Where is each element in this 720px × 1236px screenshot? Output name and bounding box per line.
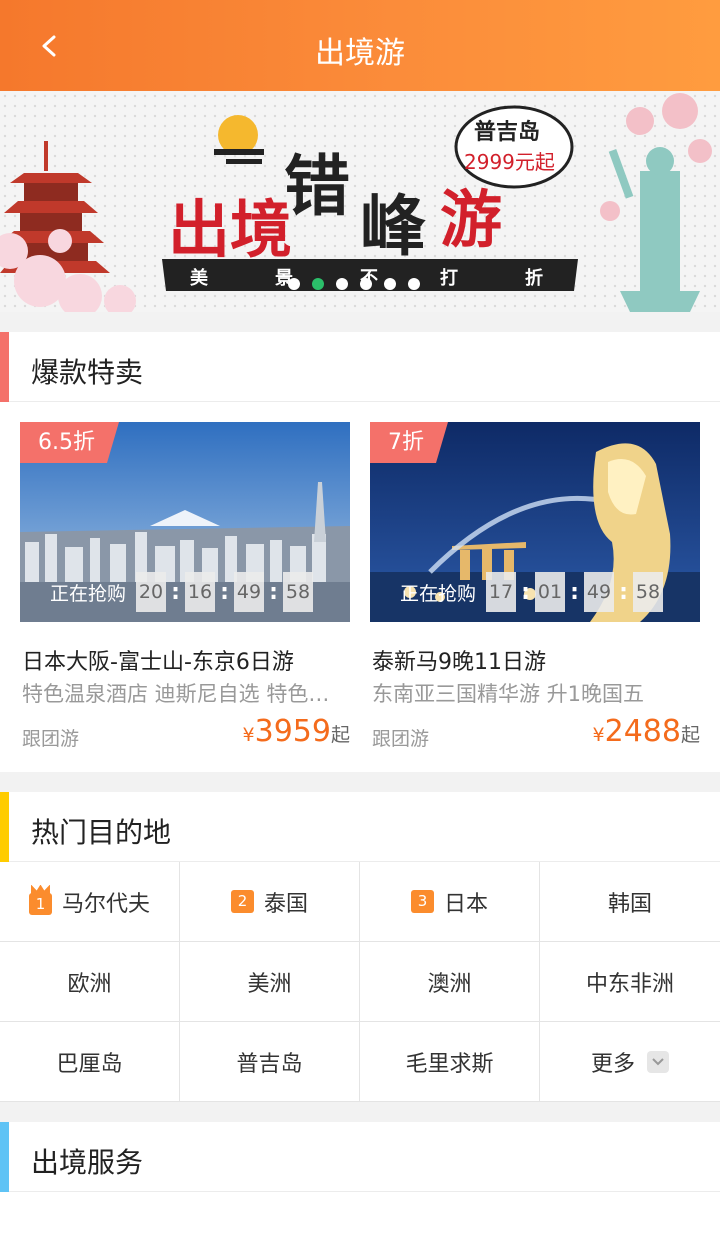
destination-label: 中东非洲 [585, 971, 674, 997]
price-suffix: 起 [330, 724, 350, 746]
destination-label: 泰国 [263, 891, 308, 917]
banner-headline-2: 错 [284, 147, 350, 225]
svg-text:美: 美 [190, 267, 208, 289]
deal-name: 泰新马9晚11日游 [372, 650, 546, 675]
destination-more-button[interactable]: 更多 [540, 1022, 720, 1102]
destination-item-europe[interactable]: 欧洲 [0, 942, 180, 1022]
destination-item-phuket[interactable]: 普吉岛 [180, 1022, 360, 1102]
rank-1-icon: 1 [28, 892, 52, 915]
section-accent-bar [0, 1122, 9, 1192]
countdown-separator: : [521, 579, 530, 605]
countdown-seconds: 49 [584, 572, 615, 612]
deal-price: ¥2488起 [593, 714, 700, 749]
price-value: 2488 [604, 714, 681, 749]
section-header: 热门目的地 [0, 792, 720, 862]
rank-3-icon: 3 [410, 890, 434, 913]
app-header: 出境游 [0, 0, 720, 91]
section-accent-bar [0, 792, 9, 862]
destination-label: 更多 [590, 1051, 635, 1077]
destination-item-middle-east-africa[interactable]: 中东非洲 [540, 942, 720, 1022]
section-header: 爆款特卖 [0, 332, 720, 402]
destination-item-thailand[interactable]: 2 泰国 [180, 862, 360, 942]
banner-headline-1: 出境 [168, 193, 292, 266]
svg-text:普吉岛: 普吉岛 [474, 119, 540, 145]
destination-label: 马尔代夫 [61, 891, 150, 917]
countdown-timer: 正在抢购 20 : 16 : 49 : 58 [50, 572, 314, 612]
rank-2-icon: 2 [230, 890, 254, 913]
deal-type: 跟团游 [22, 728, 80, 750]
destination-item-oceania[interactable]: 澳洲 [360, 942, 540, 1022]
chevron-down-icon [647, 1050, 669, 1073]
carousel-dot[interactable] [288, 278, 300, 290]
countdown-label: 正在抢购 [50, 582, 127, 605]
destination-label: 韩国 [607, 891, 652, 917]
countdown-timer: 正在抢购 17 : 01 : 49 : 58 [400, 572, 664, 612]
carousel-dot[interactable] [384, 278, 396, 290]
section-title: 爆款特卖 [31, 356, 144, 389]
countdown-hours: 17 [486, 572, 517, 612]
destination-item-maldives[interactable]: 1 马尔代夫 [0, 862, 180, 942]
destination-item-mauritius[interactable]: 毛里求斯 [360, 1022, 540, 1102]
services-section: 出境服务 [0, 1122, 720, 1236]
countdown-seconds: 49 [234, 572, 265, 612]
destination-item-bali[interactable]: 巴厘岛 [0, 1022, 180, 1102]
svg-text:2999元起: 2999元起 [464, 150, 555, 174]
section-header: 出境服务 [0, 1122, 720, 1192]
svg-text:打: 打 [440, 267, 458, 289]
currency-symbol: ¥ [592, 724, 605, 746]
destination-label: 澳洲 [427, 971, 472, 997]
section-title: 出境服务 [31, 1146, 144, 1179]
countdown-label: 正在抢购 [400, 582, 477, 605]
deal-type: 跟团游 [372, 728, 430, 750]
banner-headline-4: 游 [440, 183, 502, 256]
destination-label: 欧洲 [67, 971, 112, 997]
carousel-indicator[interactable] [288, 278, 420, 290]
section-accent-bar [0, 332, 9, 402]
destination-label: 毛里求斯 [405, 1051, 494, 1077]
destination-item-japan[interactable]: 3 日本 [360, 862, 540, 942]
carousel-dot[interactable] [408, 278, 420, 290]
price-value: 3959 [254, 714, 331, 749]
deal-description: 特色温泉酒店 迪斯尼自选 特色温泉酒店 [22, 682, 348, 706]
deal-description: 东南亚三国精华游 升1晚国五 [372, 682, 645, 706]
deal-card[interactable]: 7折 正在抢购 17 : 01 : 49 : 58 泰新马9晚11日游 东南亚三… [370, 422, 700, 762]
destination-item-americas[interactable]: 美洲 [180, 942, 360, 1022]
page-title: 出境游 [315, 36, 405, 71]
carousel-dot[interactable] [360, 278, 372, 290]
countdown-ms: 58 [633, 572, 664, 612]
currency-symbol: ¥ [242, 724, 255, 746]
destination-label: 美洲 [247, 971, 292, 997]
hot-deals-section: 爆款特卖 6.5折 正在抢购 20: 16: 49: 58 日本大阪-富士… [0, 332, 720, 772]
deal-card[interactable]: 6.5折 正在抢购 20 : 16 : 49 : 58 日本大阪-富士山-东京6… [20, 422, 350, 762]
countdown-separator: : [269, 579, 278, 605]
carousel-dot-active[interactable] [312, 278, 324, 290]
countdown-ms: 58 [283, 572, 314, 612]
destination-label: 日本 [443, 891, 488, 917]
destination-item-korea[interactable]: 韩国 [540, 862, 720, 942]
svg-text:折: 折 [525, 267, 543, 289]
countdown-separator: : [220, 579, 229, 605]
banner-headline-3: 峰 [360, 187, 426, 265]
destination-label: 巴厘岛 [56, 1051, 123, 1077]
countdown-minutes: 16 [185, 572, 216, 612]
section-title: 热门目的地 [31, 816, 172, 849]
destinations-section: 热门目的地 1 马尔代夫 2 泰国 3 日本 韩国 欧洲 美洲 澳洲 中东非洲 [0, 792, 720, 1102]
destination-label: 普吉岛 [236, 1051, 303, 1077]
countdown-separator: : [619, 579, 628, 605]
deal-name: 日本大阪-富士山-东京6日游 [22, 650, 294, 675]
deal-price: ¥3959起 [243, 714, 350, 749]
carousel-dot[interactable] [336, 278, 348, 290]
countdown-hours: 20 [136, 572, 167, 612]
discount-badge: 7折 [370, 422, 448, 463]
discount-badge: 6.5折 [20, 422, 119, 463]
countdown-separator: : [171, 579, 180, 605]
countdown-separator: : [570, 579, 579, 605]
countdown-minutes: 01 [535, 572, 566, 612]
price-suffix: 起 [680, 724, 700, 746]
